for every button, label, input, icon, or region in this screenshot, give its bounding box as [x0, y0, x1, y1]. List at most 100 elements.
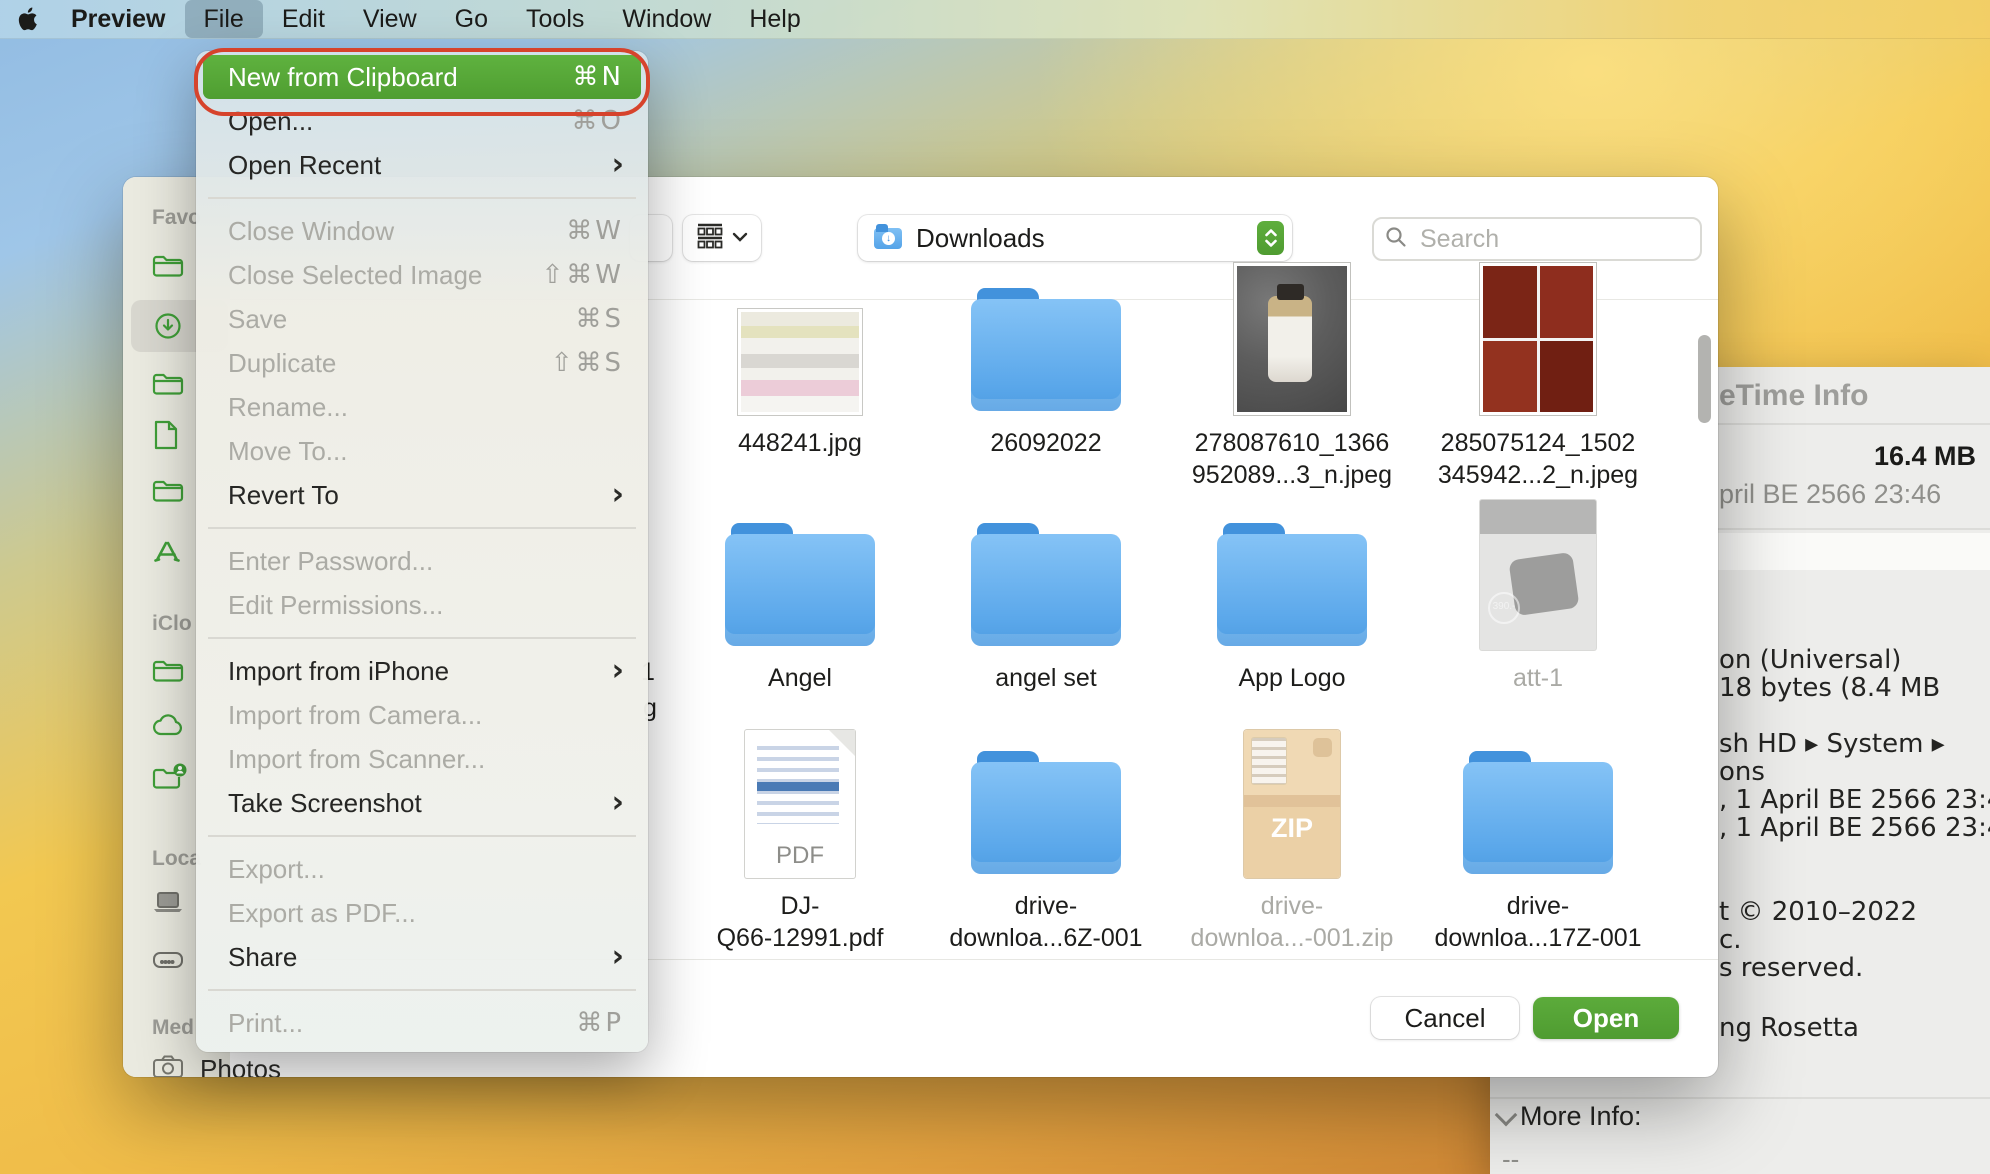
folder-item[interactable]: Angel [694, 500, 906, 694]
menu-item-export: Export... [196, 847, 648, 891]
menu-item-edit-permissions: Edit Permissions... [196, 583, 648, 627]
scrollbar[interactable] [1698, 335, 1711, 423]
more-info-disclosure[interactable]: More Info: [1520, 1101, 1642, 1132]
info-detail-line: 18 bytes (8.4 MB [1719, 673, 1940, 703]
menu-item-share[interactable]: Share› [196, 935, 648, 979]
more-info-value: -- [1502, 1144, 1519, 1174]
menu-item-take-screenshot[interactable]: Take Screenshot› [196, 781, 648, 825]
folder-icon[interactable] [151, 473, 191, 507]
applications-icon[interactable] [151, 534, 191, 568]
menu-item-open-recent[interactable]: Open Recent› [196, 143, 648, 187]
menubar-item-edit[interactable]: Edit [263, 0, 344, 38]
menu-separator [196, 627, 648, 649]
price-badge: 390.- [1488, 592, 1520, 624]
menu-bar: Preview File Edit View Go Tools Window H… [0, 0, 1990, 39]
location-popup[interactable]: Downloads [858, 215, 1292, 261]
menu-separator [196, 825, 648, 847]
search-icon [1384, 225, 1408, 254]
menubar-item-file[interactable]: File [185, 0, 263, 38]
file-menu: New from Clipboard⌘N Open...⌘O Open Rece… [196, 51, 648, 1052]
submenu-chevron-icon: › [612, 656, 624, 686]
search-input[interactable] [1418, 224, 1662, 255]
folder-item[interactable]: drive-downloa...17Z-001 [1432, 728, 1644, 954]
menu-item-move-to: Move To... [196, 429, 648, 473]
info-rosetta-line: ng Rosetta [1719, 1013, 1859, 1043]
info-detail-line: , 1 April BE 2566 23:46 [1719, 813, 1990, 843]
info-detail-line: sh HD ▸ System ▸ [1719, 729, 1945, 759]
menu-item-import-from-camera: Import from Camera... [196, 693, 648, 737]
cancel-button[interactable]: Cancel [1371, 997, 1519, 1039]
folder-item[interactable]: App Logo [1186, 500, 1398, 694]
folder-icon [971, 762, 1121, 874]
menu-item-revert-to[interactable]: Revert To› [196, 473, 648, 517]
folder-icon[interactable] [151, 248, 191, 282]
zip-icon: ZIP [1244, 730, 1340, 878]
submenu-chevron-icon: › [612, 942, 624, 972]
apple-menu-icon[interactable] [18, 6, 40, 32]
menubar-app-name[interactable]: Preview [52, 0, 185, 38]
grid-view-icon [696, 223, 724, 254]
menubar-item-view[interactable]: View [344, 0, 436, 38]
folder-icon[interactable] [151, 366, 191, 400]
info-modified-date: pril BE 2566 23:46 [1719, 479, 1941, 510]
menubar-item-go[interactable]: Go [436, 0, 507, 38]
file-item[interactable]: 448241.jpg [694, 265, 906, 459]
info-copyright-line: s reserved. [1719, 953, 1863, 983]
image-thumbnail [738, 309, 862, 415]
menu-item-import-from-iphone[interactable]: Import from iPhone› [196, 649, 648, 693]
document-icon[interactable] [151, 418, 191, 452]
folder-icon [971, 299, 1121, 411]
info-window-title: eTime Info [1719, 379, 1868, 413]
downloads-folder-icon [874, 228, 902, 249]
file-item-disabled: ZIP drive-downloa...-001.zip [1186, 728, 1398, 954]
chevron-down-icon[interactable] [1495, 1104, 1518, 1127]
menubar-item-tools[interactable]: Tools [507, 0, 603, 38]
desktop: eTime Info 16.4 MB pril BE 2566 23:46 on… [0, 0, 1990, 1174]
folder-item[interactable]: drive-downloa...6Z-001 [940, 728, 1152, 954]
menubar-item-help[interactable]: Help [730, 0, 819, 38]
cloud-icon[interactable] [151, 708, 191, 742]
menubar-item-window[interactable]: Window [603, 0, 730, 38]
menu-item-close-window: Close Window⌘W [196, 209, 648, 253]
hard-drive-icon[interactable] [151, 943, 191, 977]
submenu-chevron-icon: › [612, 788, 624, 818]
menu-item-duplicate: Duplicate⇧⌘S [196, 341, 648, 385]
menu-item-open[interactable]: Open...⌘O [196, 99, 648, 143]
image-thumbnail [1480, 263, 1596, 415]
file-item[interactable]: 285075124_1502345942...2_n.jpeg [1432, 265, 1644, 491]
file-item-disabled: 390.- att-1 [1432, 500, 1644, 694]
menu-item-print: Print...⌘P [196, 1001, 648, 1045]
file-item[interactable]: 278087610_1366952089...3_n.jpeg [1186, 265, 1398, 491]
menu-item-export-as-pdf: Export as PDF... [196, 891, 648, 935]
menu-separator [196, 517, 648, 539]
submenu-chevron-icon: › [612, 480, 624, 510]
menu-separator [196, 979, 648, 1001]
view-options-button[interactable] [683, 215, 761, 261]
folder-item[interactable]: 26092022 [940, 265, 1152, 459]
downloads-icon[interactable] [151, 309, 191, 343]
divider [1490, 1097, 1990, 1099]
info-file-size: 16.4 MB [1874, 441, 1976, 472]
menu-item-save: Save⌘S [196, 297, 648, 341]
open-button[interactable]: Open [1533, 997, 1679, 1039]
shared-folder-icon[interactable] [151, 760, 191, 794]
menu-item-close-selected-image: Close Selected Image⇧⌘W [196, 253, 648, 297]
folder-icon [1463, 762, 1613, 874]
sidebar-item-photos[interactable]: Photos [200, 1054, 281, 1077]
menu-item-import-from-scanner: Import from Scanner... [196, 737, 648, 781]
laptop-icon[interactable] [151, 885, 191, 919]
menu-item-new-from-clipboard[interactable]: New from Clipboard⌘N [203, 55, 641, 99]
folder-item[interactable]: angel set [940, 500, 1152, 694]
folder-icon [725, 534, 875, 646]
info-copyright-line: t © 2010–2022 [1719, 897, 1917, 927]
camera-icon[interactable] [151, 1049, 191, 1077]
search-field[interactable] [1372, 217, 1702, 261]
folder-icon [971, 534, 1121, 646]
folder-icon[interactable] [151, 653, 191, 687]
popup-stepper-icon [1257, 221, 1284, 255]
menu-item-rename: Rename... [196, 385, 648, 429]
chevron-down-icon [732, 229, 748, 247]
menu-item-enter-password: Enter Password... [196, 539, 648, 583]
file-item[interactable]: PDF DJ-Q66-12991.pdf [694, 728, 906, 954]
menu-separator [196, 187, 648, 209]
